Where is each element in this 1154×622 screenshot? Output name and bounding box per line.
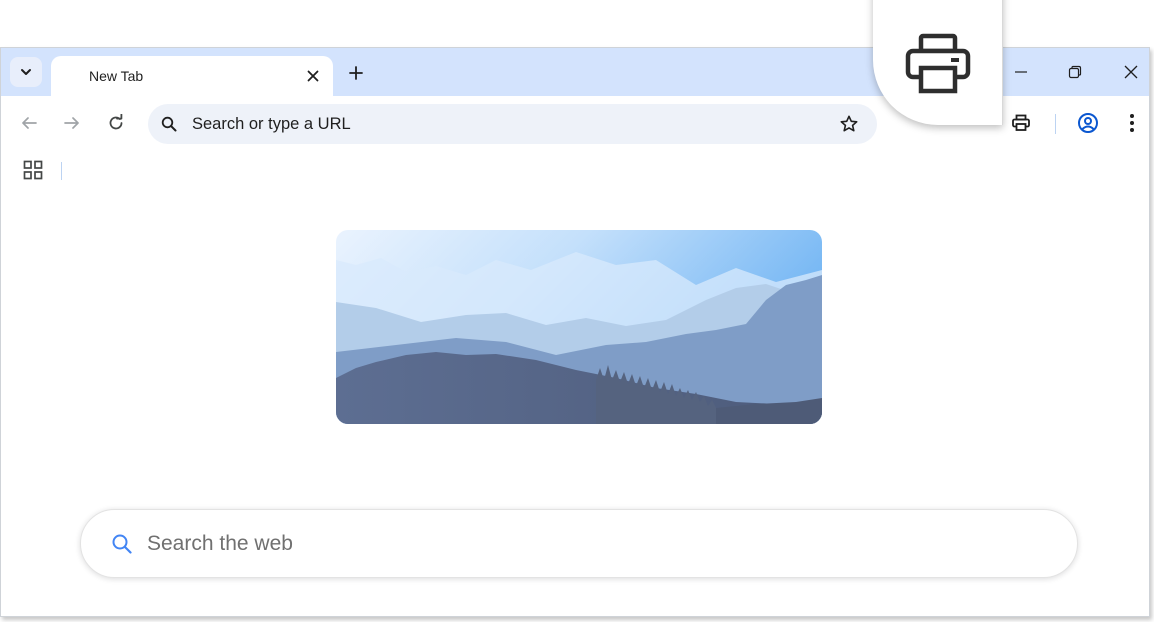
tab-search-button[interactable]: [10, 57, 42, 87]
bookmarks-divider: [61, 162, 62, 180]
close-icon: [307, 70, 319, 82]
address-bar-placeholder: Search or type a URL: [192, 115, 351, 133]
minimize-button[interactable]: [1009, 60, 1033, 84]
close-icon: [1124, 65, 1138, 79]
kebab-menu-icon: [1130, 114, 1134, 132]
chevron-down-icon: [21, 69, 31, 75]
tab-new-tab[interactable]: New Tab: [51, 56, 333, 96]
arrow-left-icon: [22, 117, 37, 129]
account-circle-icon: [1078, 113, 1098, 133]
restore-icon: [1068, 65, 1082, 79]
tab-close-button[interactable]: [305, 68, 321, 84]
back-button[interactable]: [16, 110, 42, 136]
apps-grid-icon[interactable]: [22, 159, 44, 181]
arrow-right-icon: [64, 117, 79, 129]
ntp-search-input[interactable]: [147, 530, 1027, 558]
plus-icon: [349, 66, 363, 80]
reload-button[interactable]: [103, 110, 129, 136]
main-menu-button[interactable]: [1119, 110, 1145, 136]
new-tab-background-image: [336, 230, 822, 424]
restore-button[interactable]: [1063, 60, 1087, 84]
star-icon[interactable]: [839, 114, 859, 134]
new-tab-button[interactable]: [344, 61, 368, 85]
bookmarks-bar: [1, 154, 1149, 186]
reload-icon: [109, 114, 123, 130]
tab-title: New Tab: [89, 68, 144, 84]
search-icon: [112, 534, 132, 554]
forward-button[interactable]: [59, 110, 85, 136]
printer-icon: [905, 33, 970, 93]
search-icon: [161, 116, 177, 132]
address-bar[interactable]: Search or type a URL: [148, 104, 877, 144]
profile-button[interactable]: [1075, 110, 1101, 136]
magnified-print-button-callout: [873, 0, 1003, 125]
print-button[interactable]: [1008, 110, 1034, 136]
minimize-icon: [1015, 71, 1027, 73]
toolbar-divider: [1055, 114, 1056, 134]
close-window-button[interactable]: [1119, 60, 1143, 84]
ntp-search-box[interactable]: [80, 509, 1078, 578]
printer-icon: [1012, 114, 1030, 131]
browser-window: New Tab Search or type a URL Search the …: [0, 47, 1150, 617]
